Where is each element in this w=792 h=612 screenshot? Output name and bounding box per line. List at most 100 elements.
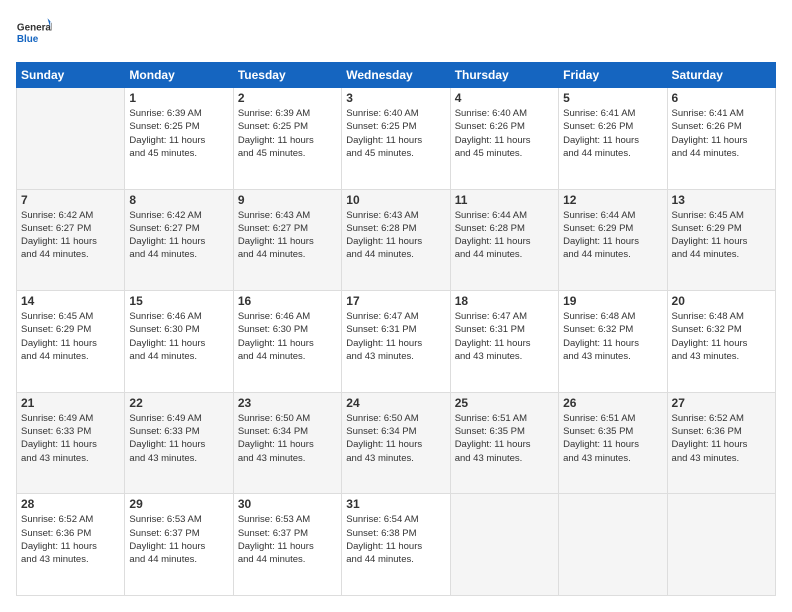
day-number: 1 (129, 91, 228, 105)
day-info: Sunrise: 6:42 AM Sunset: 6:27 PM Dayligh… (21, 209, 120, 262)
day-info: Sunrise: 6:45 AM Sunset: 6:29 PM Dayligh… (21, 310, 120, 363)
calendar-day-cell: 6 Sunrise: 6:41 AM Sunset: 6:26 PM Daylig… (667, 88, 775, 190)
day-number: 31 (346, 497, 445, 511)
day-info: Sunrise: 6:53 AM Sunset: 6:37 PM Dayligh… (129, 513, 228, 566)
calendar-header-row: SundayMondayTuesdayWednesdayThursdayFrid… (17, 63, 776, 88)
calendar-day-cell: 25Sunrise: 6:51 AM Sunset: 6:35 PM Dayli… (450, 392, 558, 494)
day-info: Sunrise: 6:47 AM Sunset: 6:31 PM Dayligh… (455, 310, 554, 363)
calendar-day-cell: 13 Sunrise: 6:45 AM Sunset: 6:29 PM Dayli… (667, 189, 775, 291)
calendar-day-cell: 20Sunrise: 6:48 AM Sunset: 6:32 PM Dayli… (667, 291, 775, 393)
day-number: 22 (129, 396, 228, 410)
calendar-weekday-header: Monday (125, 63, 233, 88)
day-number: 21 (21, 396, 120, 410)
day-number: 7 (21, 193, 120, 207)
calendar-day-cell (450, 494, 558, 596)
calendar-weekday-header: Wednesday (342, 63, 450, 88)
logo: General Blue (16, 16, 52, 52)
day-info: Sunrise: 6:50 AM Sunset: 6:34 PM Dayligh… (238, 412, 337, 465)
day-info: Sunrise: 6:54 AM Sunset: 6:38 PM Dayligh… (346, 513, 445, 566)
day-number: 5 (563, 91, 662, 105)
calendar-day-cell: 22 Sunrise: 6:49 AM Sunset: 6:33 PM Dayli… (125, 392, 233, 494)
calendar-week-row: 1 Sunrise: 6:39 AM Sunset: 6:25 PM Daylig… (17, 88, 776, 190)
day-number: 2 (238, 91, 337, 105)
day-number: 29 (129, 497, 228, 511)
calendar-weekday-header: Friday (559, 63, 667, 88)
day-number: 26 (563, 396, 662, 410)
day-number: 12 (563, 193, 662, 207)
day-info: Sunrise: 6:41 AM Sunset: 6:26 PM Dayligh… (672, 107, 771, 160)
calendar-table: SundayMondayTuesdayWednesdayThursdayFrid… (16, 62, 776, 596)
page-container: General Blue SundayMondayTuesdayWednesda… (0, 0, 792, 612)
day-number: 28 (21, 497, 120, 511)
day-number: 23 (238, 396, 337, 410)
calendar-day-cell (17, 88, 125, 190)
calendar-day-cell: 21 Sunrise: 6:49 AM Sunset: 6:33 PM Dayli… (17, 392, 125, 494)
calendar-day-cell: 19 Sunrise: 6:48 AM Sunset: 6:32 PM Dayli… (559, 291, 667, 393)
day-number: 17 (346, 294, 445, 308)
day-number: 19 (563, 294, 662, 308)
calendar-day-cell: 5 Sunrise: 6:41 AM Sunset: 6:26 PM Daylig… (559, 88, 667, 190)
calendar-day-cell (667, 494, 775, 596)
day-number: 9 (238, 193, 337, 207)
day-info: Sunrise: 6:49 AM Sunset: 6:33 PM Dayligh… (21, 412, 120, 465)
day-info: Sunrise: 6:45 AM Sunset: 6:29 PM Dayligh… (672, 209, 771, 262)
day-number: 8 (129, 193, 228, 207)
calendar-day-cell: 26Sunrise: 6:51 AM Sunset: 6:35 PM Dayli… (559, 392, 667, 494)
day-number: 27 (672, 396, 771, 410)
logo-svg: General Blue (16, 16, 52, 52)
calendar-day-cell: 17 Sunrise: 6:47 AM Sunset: 6:31 PM Dayli… (342, 291, 450, 393)
calendar-week-row: 7 Sunrise: 6:42 AM Sunset: 6:27 PM Daylig… (17, 189, 776, 291)
day-number: 14 (21, 294, 120, 308)
calendar-day-cell: 9Sunrise: 6:43 AM Sunset: 6:27 PM Daylig… (233, 189, 341, 291)
day-info: Sunrise: 6:44 AM Sunset: 6:28 PM Dayligh… (455, 209, 554, 262)
calendar-day-cell: 2 Sunrise: 6:39 AM Sunset: 6:25 PM Daylig… (233, 88, 341, 190)
day-number: 6 (672, 91, 771, 105)
calendar-weekday-header: Tuesday (233, 63, 341, 88)
day-number: 16 (238, 294, 337, 308)
calendar-day-cell: 18 Sunrise: 6:47 AM Sunset: 6:31 PM Dayli… (450, 291, 558, 393)
calendar-week-row: 28 Sunrise: 6:52 AM Sunset: 6:36 PM Dayli… (17, 494, 776, 596)
calendar-day-cell: 4Sunrise: 6:40 AM Sunset: 6:26 PM Daylig… (450, 88, 558, 190)
day-info: Sunrise: 6:52 AM Sunset: 6:36 PM Dayligh… (21, 513, 120, 566)
calendar-day-cell: 10Sunrise: 6:43 AM Sunset: 6:28 PM Dayli… (342, 189, 450, 291)
calendar-week-row: 14 Sunrise: 6:45 AM Sunset: 6:29 PM Dayli… (17, 291, 776, 393)
day-number: 11 (455, 193, 554, 207)
logo: General Blue (16, 16, 52, 52)
calendar-day-cell (559, 494, 667, 596)
calendar-week-row: 21 Sunrise: 6:49 AM Sunset: 6:33 PM Dayli… (17, 392, 776, 494)
header: General Blue (16, 16, 776, 52)
calendar-weekday-header: Thursday (450, 63, 558, 88)
calendar-day-cell: 11 Sunrise: 6:44 AM Sunset: 6:28 PM Dayli… (450, 189, 558, 291)
day-info: Sunrise: 6:49 AM Sunset: 6:33 PM Dayligh… (129, 412, 228, 465)
day-info: Sunrise: 6:39 AM Sunset: 6:25 PM Dayligh… (129, 107, 228, 160)
day-info: Sunrise: 6:47 AM Sunset: 6:31 PM Dayligh… (346, 310, 445, 363)
calendar-day-cell: 7 Sunrise: 6:42 AM Sunset: 6:27 PM Daylig… (17, 189, 125, 291)
day-number: 18 (455, 294, 554, 308)
calendar-day-cell: 14 Sunrise: 6:45 AM Sunset: 6:29 PM Dayli… (17, 291, 125, 393)
day-info: Sunrise: 6:40 AM Sunset: 6:25 PM Dayligh… (346, 107, 445, 160)
day-number: 15 (129, 294, 228, 308)
calendar-weekday-header: Sunday (17, 63, 125, 88)
day-info: Sunrise: 6:41 AM Sunset: 6:26 PM Dayligh… (563, 107, 662, 160)
calendar-day-cell: 27 Sunrise: 6:52 AM Sunset: 6:36 PM Dayli… (667, 392, 775, 494)
day-info: Sunrise: 6:46 AM Sunset: 6:30 PM Dayligh… (238, 310, 337, 363)
day-info: Sunrise: 6:52 AM Sunset: 6:36 PM Dayligh… (672, 412, 771, 465)
calendar-day-cell: 16 Sunrise: 6:46 AM Sunset: 6:30 PM Dayli… (233, 291, 341, 393)
svg-text:Blue: Blue (17, 34, 39, 45)
calendar-day-cell: 15 Sunrise: 6:46 AM Sunset: 6:30 PM Dayli… (125, 291, 233, 393)
day-info: Sunrise: 6:48 AM Sunset: 6:32 PM Dayligh… (563, 310, 662, 363)
day-info: Sunrise: 6:53 AM Sunset: 6:37 PM Dayligh… (238, 513, 337, 566)
calendar-day-cell: 29 Sunrise: 6:53 AM Sunset: 6:37 PM Dayli… (125, 494, 233, 596)
day-number: 13 (672, 193, 771, 207)
day-info: Sunrise: 6:48 AM Sunset: 6:32 PM Dayligh… (672, 310, 771, 363)
day-info: Sunrise: 6:43 AM Sunset: 6:28 PM Dayligh… (346, 209, 445, 262)
calendar-day-cell: 31 Sunrise: 6:54 AM Sunset: 6:38 PM Dayli… (342, 494, 450, 596)
calendar-day-cell: 8Sunrise: 6:42 AM Sunset: 6:27 PM Daylig… (125, 189, 233, 291)
day-info: Sunrise: 6:51 AM Sunset: 6:35 PM Dayligh… (455, 412, 554, 465)
day-info: Sunrise: 6:44 AM Sunset: 6:29 PM Dayligh… (563, 209, 662, 262)
day-info: Sunrise: 6:46 AM Sunset: 6:30 PM Dayligh… (129, 310, 228, 363)
calendar-day-cell: 3Sunrise: 6:40 AM Sunset: 6:25 PM Daylig… (342, 88, 450, 190)
day-info: Sunrise: 6:39 AM Sunset: 6:25 PM Dayligh… (238, 107, 337, 160)
calendar-day-cell: 23 Sunrise: 6:50 AM Sunset: 6:34 PM Dayli… (233, 392, 341, 494)
calendar-day-cell: 30Sunrise: 6:53 AM Sunset: 6:37 PM Dayli… (233, 494, 341, 596)
